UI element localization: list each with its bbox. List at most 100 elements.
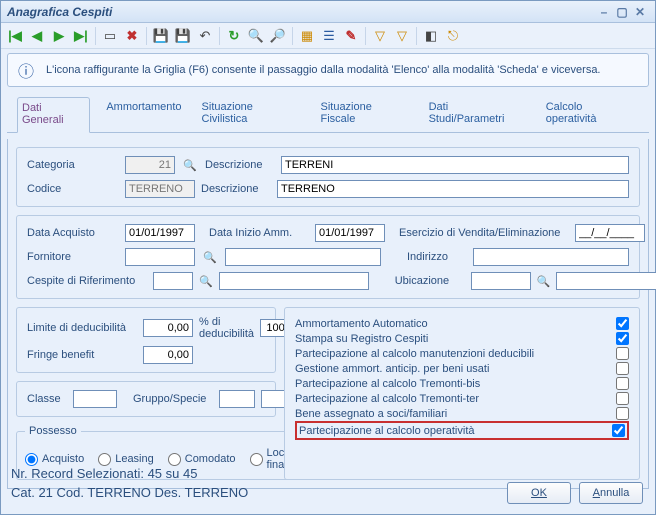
indirizzo-field[interactable] bbox=[473, 248, 629, 266]
data-acquisto-field[interactable] bbox=[125, 224, 195, 242]
first-record-icon[interactable]: |◀ bbox=[5, 26, 25, 46]
check-ammort-auto-label: Ammortamento Automatico bbox=[295, 318, 428, 330]
indirizzo-label: Indirizzo bbox=[407, 251, 467, 263]
descrizione2-label: Descrizione bbox=[201, 183, 271, 195]
limite-ded-field[interactable] bbox=[143, 319, 193, 337]
check-part-oper-label: Partecipazione al calcolo operatività bbox=[299, 425, 475, 437]
filter-clear-icon[interactable]: ▽ bbox=[392, 26, 412, 46]
fringe-field[interactable] bbox=[143, 346, 193, 364]
fornitore-desc-field[interactable] bbox=[225, 248, 381, 266]
descrizione2-field[interactable] bbox=[277, 180, 629, 198]
info-text: L'icona raffigurante la Griglia (F6) con… bbox=[46, 64, 601, 76]
next-record-icon[interactable]: ▶ bbox=[49, 26, 69, 46]
data-inizio-amm-label: Data Inizio Amm. bbox=[209, 227, 309, 239]
last-record-icon[interactable]: ▶| bbox=[71, 26, 91, 46]
fringe-label: Fringe benefit bbox=[27, 349, 137, 361]
tab-dati-studi[interactable]: Dati Studi/Parametri bbox=[425, 97, 530, 132]
footer-line1: Nr. Record Selezionati: 45 su 45 bbox=[11, 466, 645, 481]
tab-strip: Dati Generali Ammortamento Situazione Ci… bbox=[7, 91, 649, 133]
check-ammort-auto[interactable] bbox=[616, 317, 629, 330]
group-classe: Classe Gruppo/Specie bbox=[16, 381, 276, 417]
cespite-rif-field[interactable] bbox=[153, 272, 193, 290]
exit-icon[interactable]: ⎋ bbox=[443, 26, 463, 46]
filter-icon[interactable]: ▽ bbox=[370, 26, 390, 46]
check-tremonti-bis-label: Partecipazione al calcolo Tremonti-bis bbox=[295, 378, 480, 390]
ubicazione-field[interactable] bbox=[471, 272, 531, 290]
tab-calcolo-operativita[interactable]: Calcolo operatività bbox=[542, 97, 639, 132]
check-bene-soci[interactable] bbox=[616, 407, 629, 420]
grid-icon[interactable]: ▦ bbox=[297, 26, 317, 46]
codice-label: Codice bbox=[27, 183, 119, 195]
group-checks: Ammortamento Automatico Stampa su Regist… bbox=[284, 307, 640, 480]
ok-button[interactable]: OK bbox=[507, 482, 571, 504]
esercizio-vendita-label: Esercizio di Vendita/Eliminazione bbox=[399, 227, 569, 239]
close-button[interactable]: ✕ bbox=[631, 5, 649, 19]
tab-dati-generali[interactable]: Dati Generali bbox=[17, 97, 90, 133]
check-part-manut-label: Partecipazione al calcolo manutenzioni d… bbox=[295, 348, 534, 360]
check-gest-anticip[interactable] bbox=[616, 362, 629, 375]
data-acquisto-label: Data Acquisto bbox=[27, 227, 119, 239]
save-all-icon[interactable]: 💾 bbox=[173, 26, 193, 46]
group-categoria: Categoria 🔍 Descrizione Codice Descrizio… bbox=[16, 147, 640, 207]
save-icon[interactable]: 💾 bbox=[151, 26, 171, 46]
tab-situazione-civilistica[interactable]: Situazione Civilistica bbox=[198, 97, 305, 132]
ubicazione-label: Ubicazione bbox=[395, 275, 465, 287]
categoria-lookup-icon[interactable]: 🔍 bbox=[181, 156, 199, 174]
undo-icon[interactable]: ↶ bbox=[195, 26, 215, 46]
gruppo-field-a[interactable] bbox=[219, 390, 255, 408]
check-stampa-reg[interactable] bbox=[616, 332, 629, 345]
esercizio-vendita-field[interactable] bbox=[575, 224, 645, 242]
pencil-icon[interactable]: ✎ bbox=[341, 26, 361, 46]
titlebar: Anagrafica Cespiti – ▢ ✕ bbox=[1, 1, 655, 23]
footer: Nr. Record Selezionati: 45 su 45 Cat. 21… bbox=[1, 460, 655, 514]
new-icon[interactable]: ▭ bbox=[100, 26, 120, 46]
tab-situazione-fiscale[interactable]: Situazione Fiscale bbox=[316, 97, 412, 132]
minimize-button[interactable]: – bbox=[595, 5, 613, 19]
group-date: Data Acquisto Data Inizio Amm. Esercizio… bbox=[16, 215, 640, 299]
pct-ded-label: % di deducibilità bbox=[199, 316, 254, 340]
ubicazione-lookup-icon[interactable]: 🔍 bbox=[537, 272, 551, 290]
categoria-label: Categoria bbox=[27, 159, 119, 171]
maximize-button[interactable]: ▢ bbox=[613, 5, 631, 19]
cespite-rif-lookup-icon[interactable]: 🔍 bbox=[199, 272, 213, 290]
check-part-manut[interactable] bbox=[616, 347, 629, 360]
binoculars-icon[interactable]: 🔍 bbox=[246, 26, 266, 46]
annulla-button[interactable]: Annulla bbox=[579, 482, 643, 504]
check-tremonti-ter-label: Partecipazione al calcolo Tremonti-ter bbox=[295, 393, 479, 405]
ubicazione-desc-field[interactable] bbox=[556, 272, 656, 290]
classe-field[interactable] bbox=[73, 390, 117, 408]
categoria-field[interactable] bbox=[125, 156, 175, 174]
check-gest-anticip-label: Gestione ammort. anticip. per beni usati bbox=[295, 363, 489, 375]
codice-field[interactable] bbox=[125, 180, 195, 198]
window: Anagrafica Cespiti – ▢ ✕ |◀ ◀ ▶ ▶| ▭ ✖ 💾… bbox=[0, 0, 656, 515]
fornitore-label: Fornitore bbox=[27, 251, 119, 263]
cespite-rif-desc-field[interactable] bbox=[219, 272, 369, 290]
highlight-operativita: Partecipazione al calcolo operatività bbox=[295, 421, 629, 440]
window-title: Anagrafica Cespiti bbox=[7, 5, 112, 19]
zoom-icon[interactable]: 🔎 bbox=[268, 26, 288, 46]
fornitore-field[interactable] bbox=[125, 248, 195, 266]
fornitore-lookup-icon[interactable]: 🔍 bbox=[201, 248, 219, 266]
limite-ded-label: Limite di deducibilità bbox=[27, 322, 137, 334]
check-tremonti-bis[interactable] bbox=[616, 377, 629, 390]
group-deducibilita: Limite di deducibilità % di deducibilità… bbox=[16, 307, 276, 373]
data-inizio-amm-field[interactable] bbox=[315, 224, 385, 242]
info-bar: ⓘ L'icona raffigurante la Griglia (F6) c… bbox=[7, 53, 649, 87]
tab-ammortamento[interactable]: Ammortamento bbox=[102, 97, 185, 132]
delete-icon[interactable]: ✖ bbox=[122, 26, 142, 46]
possesso-legend: Possesso bbox=[25, 425, 81, 437]
card-icon[interactable]: ◧ bbox=[421, 26, 441, 46]
check-stampa-reg-label: Stampa su Registro Cespiti bbox=[295, 333, 428, 345]
toolbar: |◀ ◀ ▶ ▶| ▭ ✖ 💾 💾 ↶ ↻ 🔍 🔎 ▦ ☰ ✎ ▽ ▽ ◧ ⎋ bbox=[1, 23, 655, 49]
check-tremonti-ter[interactable] bbox=[616, 392, 629, 405]
check-bene-soci-label: Bene assegnato a soci/familiari bbox=[295, 408, 447, 420]
descrizione1-field[interactable] bbox=[281, 156, 629, 174]
info-icon: ⓘ bbox=[14, 58, 38, 82]
descrizione1-label: Descrizione bbox=[205, 159, 275, 171]
cespite-rif-label: Cespite di Riferimento bbox=[27, 275, 147, 287]
check-part-oper[interactable] bbox=[612, 424, 625, 437]
panel-dati-generali: Categoria 🔍 Descrizione Codice Descrizio… bbox=[7, 139, 649, 489]
refresh-icon[interactable]: ↻ bbox=[224, 26, 244, 46]
list-icon[interactable]: ☰ bbox=[319, 26, 339, 46]
prev-record-icon[interactable]: ◀ bbox=[27, 26, 47, 46]
